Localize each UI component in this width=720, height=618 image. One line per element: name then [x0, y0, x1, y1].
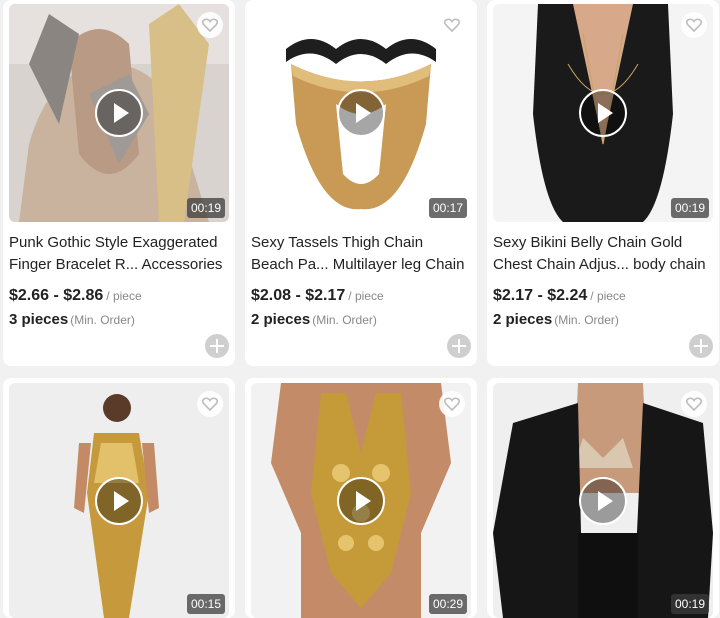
- favorite-button[interactable]: [681, 391, 707, 417]
- heart-icon: [686, 18, 702, 32]
- min-order-row: 3 pieces (Min. Order): [9, 311, 135, 329]
- heart-icon: [444, 397, 460, 411]
- price-unit: / piece: [348, 289, 384, 303]
- add-circle-icon[interactable]: [205, 334, 229, 358]
- price-row: $2.17 - $2.24/ piece: [493, 287, 626, 305]
- min-order-label: (Min. Order): [312, 313, 377, 327]
- price: $2.08 - $2.17: [251, 287, 346, 304]
- price: $2.66 - $2.86: [9, 287, 104, 304]
- min-order-label: (Min. Order): [554, 313, 619, 327]
- play-button[interactable]: [337, 476, 385, 525]
- product-card[interactable]: 00:29: [245, 378, 477, 618]
- price-unit: / piece: [590, 289, 626, 303]
- product-card[interactable]: 00:17 Sexy Tassels Thigh Chain Beach Pa.…: [245, 0, 477, 366]
- video-duration: 00:15: [186, 594, 225, 614]
- video-duration: 00:29: [428, 594, 467, 614]
- play-button[interactable]: [579, 476, 627, 525]
- video-duration: 00:19: [186, 198, 225, 218]
- play-button[interactable]: [337, 89, 385, 137]
- price-row: $2.08 - $2.17/ piece: [251, 287, 384, 305]
- min-order: 3 pieces: [9, 311, 69, 328]
- favorite-button[interactable]: [197, 391, 223, 417]
- price-unit: / piece: [106, 289, 142, 303]
- product-card[interactable]: 00:19: [487, 378, 719, 618]
- product-card[interactable]: 00:19 Punk Gothic Style Exaggerated Fing…: [3, 0, 235, 366]
- favorite-button[interactable]: [439, 391, 465, 417]
- heart-icon: [686, 397, 702, 411]
- product-video-thumbnail[interactable]: 00:19: [493, 4, 713, 222]
- play-button[interactable]: [579, 89, 627, 137]
- heart-icon: [444, 18, 460, 32]
- product-video-thumbnail[interactable]: 00:19: [493, 383, 713, 618]
- heart-icon: [202, 18, 218, 32]
- min-order-row: 2 pieces (Min. Order): [251, 311, 377, 329]
- min-order: 2 pieces: [493, 311, 553, 328]
- favorite-button[interactable]: [439, 12, 465, 38]
- video-duration: 00:19: [670, 198, 709, 218]
- price: $2.17 - $2.24: [493, 287, 588, 304]
- play-button[interactable]: [95, 89, 143, 137]
- play-button[interactable]: [95, 476, 143, 525]
- favorite-button[interactable]: [197, 12, 223, 38]
- product-video-thumbnail[interactable]: 00:19: [9, 4, 229, 222]
- add-circle-icon[interactable]: [447, 334, 471, 358]
- add-circle-icon[interactable]: [689, 334, 713, 358]
- video-duration: 00:19: [670, 594, 709, 614]
- product-title[interactable]: Sexy Bikini Belly Chain Gold Chest Chain…: [493, 232, 717, 276]
- product-title[interactable]: Sexy Tassels Thigh Chain Beach Pa... Mul…: [251, 232, 475, 276]
- product-title[interactable]: Punk Gothic Style Exaggerated Finger Bra…: [9, 232, 233, 276]
- product-video-thumbnail[interactable]: 00:17: [251, 4, 471, 222]
- min-order-label: (Min. Order): [70, 313, 135, 327]
- heart-icon: [202, 397, 218, 411]
- min-order: 2 pieces: [251, 311, 311, 328]
- price-row: $2.66 - $2.86/ piece: [9, 287, 142, 305]
- product-video-thumbnail[interactable]: 00:15: [9, 383, 229, 618]
- video-duration: 00:17: [428, 198, 467, 218]
- product-card[interactable]: 00:15: [3, 378, 235, 618]
- min-order-row: 2 pieces (Min. Order): [493, 311, 619, 329]
- product-card[interactable]: 00:19 Sexy Bikini Belly Chain Gold Chest…: [487, 0, 719, 366]
- product-video-thumbnail[interactable]: 00:29: [251, 383, 471, 618]
- favorite-button[interactable]: [681, 12, 707, 38]
